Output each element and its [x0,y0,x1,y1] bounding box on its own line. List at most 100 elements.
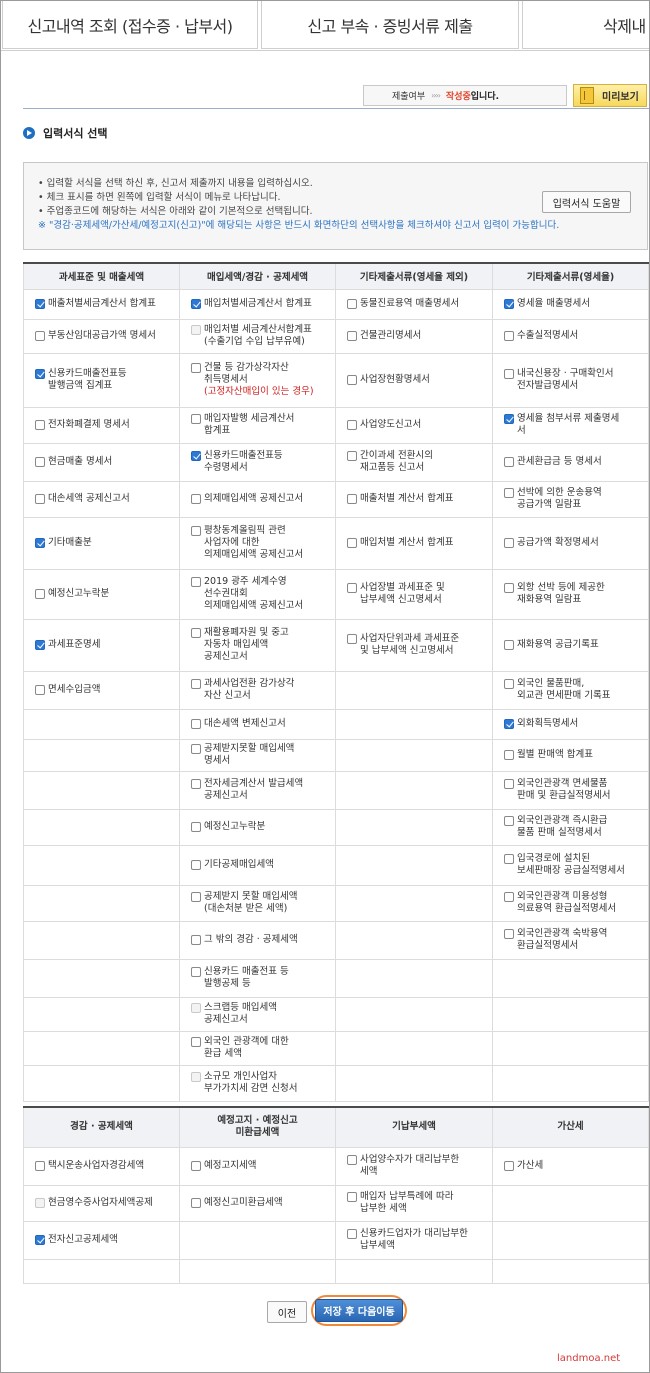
form-option[interactable]: 공급가액 확정명세서 [493,537,648,549]
checkbox[interactable] [191,679,201,689]
form-option[interactable]: 공제받지 못할 매입세액 (대손처분 받은 세액) [180,891,335,915]
form-option[interactable]: 스크랩등 매입세액 공제신고서 [180,1002,335,1026]
checkbox[interactable] [504,679,514,689]
form-option[interactable]: 외국인관광객 미용성형 의료용역 환급실적명세서 [493,891,648,915]
checkbox[interactable] [35,640,45,650]
checkbox[interactable] [504,488,514,498]
checkbox[interactable] [504,750,514,760]
checkbox[interactable] [191,414,201,424]
checkbox[interactable] [191,628,201,638]
form-option[interactable]: 사업장별 과세표준 및 납부세액 신고명세서 [336,582,492,606]
checkbox[interactable] [504,719,514,729]
form-option[interactable]: 매입처별 계산서 합계표 [336,537,492,549]
checkbox[interactable] [35,1235,45,1245]
form-option[interactable]: 대손세액 변제신고서 [180,718,335,730]
form-option[interactable]: 동물진료용역 매출명세서 [336,298,492,310]
form-option[interactable]: 의제매입세액 공제신고서 [180,493,335,505]
checkbox[interactable] [191,577,201,587]
form-option[interactable]: 매입처별세금계산서 합계표 [180,298,335,310]
checkbox[interactable] [504,538,514,548]
checkbox[interactable] [347,451,357,461]
form-option[interactable]: 사업양수자가 대리납부한 세액 [336,1154,492,1178]
form-option[interactable]: 가산세 [493,1160,648,1172]
checkbox[interactable] [191,363,201,373]
checkbox[interactable] [504,583,514,593]
form-option[interactable]: 매입자 납부특례에 따라 납부한 세액 [336,1191,492,1215]
checkbox[interactable] [504,854,514,864]
checkbox[interactable] [347,1155,357,1165]
form-option[interactable]: 2019 광주 세계수영 선수권대회 의제매입세액 공제신고서 [180,576,335,612]
checkbox[interactable] [504,369,514,379]
checkbox[interactable] [504,640,514,650]
form-option[interactable]: 외국인관광객 즉시환급 물품 판매 실적명세서 [493,815,648,839]
form-option[interactable]: 신용카드업자가 대리납부한 납부세액 [336,1228,492,1252]
prev-button[interactable]: 이전 [267,1301,307,1323]
form-option[interactable]: 건물 등 감가상각자산 취득명세서 (고정자산매입이 있는 경우) [180,362,335,398]
form-option[interactable]: 매출처별 계산서 합계표 [336,493,492,505]
form-option[interactable]: 사업자단위과세 과세표준 및 납부세액 신고명세서 [336,633,492,657]
tab-report-history[interactable]: 신고내역 조회 (접수증 · 납부서) [2,1,258,49]
checkbox[interactable] [191,451,201,461]
form-option[interactable]: 전자신고공제세액 [24,1234,179,1246]
form-option[interactable]: 외국인관광객 숙박용역 환급실적명세서 [493,928,648,952]
tab-attachment-submit[interactable]: 신고 부속 · 증빙서류 제출 [261,1,519,49]
form-option[interactable]: 부동산임대공급가액 명세서 [24,330,179,342]
preview-button[interactable]: 미리보기 [573,84,647,107]
checkbox[interactable] [504,779,514,789]
form-option[interactable]: 매입자발행 세금계산서 합계표 [180,413,335,437]
checkbox[interactable] [191,1161,201,1171]
checkbox[interactable] [191,779,201,789]
form-option[interactable]: 외국인 관광객에 대한 환급 세액 [180,1036,335,1060]
form-option[interactable]: 예정신고누락분 [24,588,179,600]
checkbox[interactable] [191,1037,201,1047]
checkbox[interactable] [347,494,357,504]
checkbox[interactable] [347,299,357,309]
checkbox[interactable] [191,719,201,729]
checkbox[interactable] [504,299,514,309]
checkbox[interactable] [347,538,357,548]
form-option[interactable]: 기타매출분 [24,537,179,549]
checkbox[interactable] [347,420,357,430]
form-option[interactable]: 건물관리명세서 [336,330,492,342]
checkbox[interactable] [191,1198,201,1208]
checkbox[interactable] [35,589,45,599]
form-option[interactable]: 외화획득명세서 [493,718,648,730]
checkbox[interactable] [504,892,514,902]
checkbox[interactable] [35,685,45,695]
form-option[interactable]: 수출실적명세서 [493,330,648,342]
form-option[interactable]: 예정고지세액 [180,1160,335,1172]
form-option[interactable]: 매입처별 세금계산서합계표 (수출기업 수입 납부유예) [180,324,335,348]
form-option[interactable]: 현금영수증사업자세액공제 [24,1197,179,1209]
form-option[interactable]: 선박에 의한 운송용역 공급가액 일람표 [493,487,648,511]
form-option[interactable]: 관세환급금 등 명세서 [493,456,648,468]
form-option[interactable]: 신용카드매출전표등 수령명세서 [180,450,335,474]
form-option[interactable]: 기타공제매입세액 [180,859,335,871]
form-option[interactable]: 내국신용장 · 구매확인서 전자발급명세서 [493,368,648,392]
checkbox[interactable] [347,1229,357,1239]
checkbox[interactable] [347,634,357,644]
save-next-button[interactable]: 저장 후 다음이동 [315,1299,403,1322]
checkbox[interactable] [347,583,357,593]
form-option[interactable]: 전자세금계산서 발급세액 공제신고서 [180,778,335,802]
form-option[interactable]: 사업장현황명세서 [336,374,492,386]
form-option[interactable]: 면세수입금액 [24,684,179,696]
form-option[interactable]: 간이과세 전환시의 재고품등 신고서 [336,450,492,474]
tab-delete[interactable]: 삭제내 [522,1,649,49]
checkbox[interactable] [35,538,45,548]
checkbox[interactable] [35,457,45,467]
form-option[interactable]: 외항 선박 등에 제공한 재화용역 일람표 [493,582,648,606]
checkbox[interactable] [191,494,201,504]
form-option[interactable]: 외국인 물품판매, 외교관 면세판매 기록표 [493,678,648,702]
form-option[interactable]: 전자화폐결제 명세서 [24,419,179,431]
checkbox[interactable] [504,331,514,341]
form-option[interactable]: 현금매출 명세서 [24,456,179,468]
form-option[interactable]: 예정신고미환급세액 [180,1197,335,1209]
form-option[interactable]: 외국인관광객 면세물품 판매 및 환급실적명세서 [493,778,648,802]
checkbox[interactable] [191,526,201,536]
checkbox[interactable] [504,929,514,939]
checkbox[interactable] [347,375,357,385]
form-option[interactable]: 소규모 개인사업자 부가가치세 감면 신청서 [180,1071,335,1095]
checkbox[interactable] [35,369,45,379]
checkbox[interactable] [35,331,45,341]
form-option[interactable]: 그 밖의 경감 · 공제세액 [180,934,335,946]
